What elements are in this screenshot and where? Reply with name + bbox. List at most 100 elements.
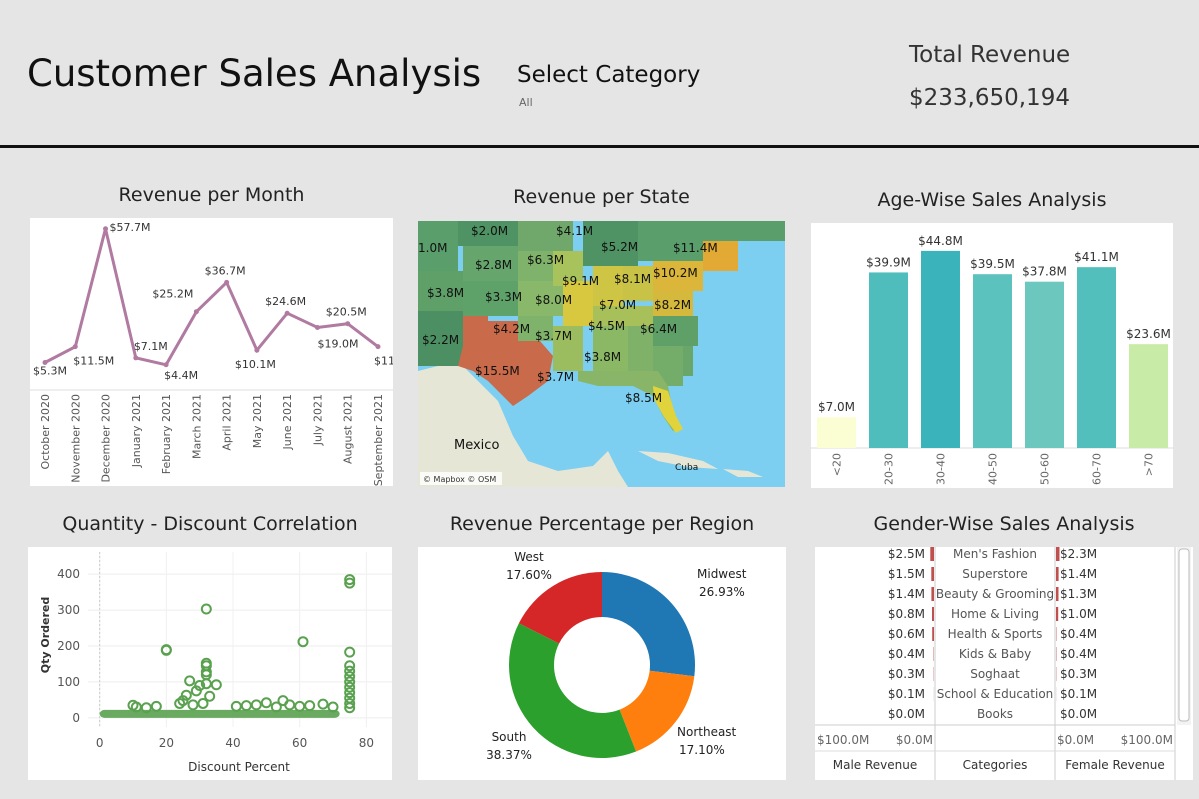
female-revenue-bar[interactable] <box>1056 567 1059 581</box>
y-tick-label: 200 <box>57 639 80 653</box>
bar-value-label: $7.0M <box>818 400 855 414</box>
age-sales-chart[interactable]: $7.0M <20 $39.9M 20-30 $44.8M 30-40 $39.5M 40-5… <box>811 223 1173 488</box>
data-point[interactable] <box>72 344 78 350</box>
data-point[interactable] <box>193 309 199 315</box>
x-tick-label: 60 <box>292 736 307 750</box>
category-label: Home & Living <box>951 607 1039 621</box>
female-revenue-bar[interactable] <box>1056 547 1060 561</box>
scatter-point[interactable] <box>317 698 329 710</box>
state-value-label: $15.5M <box>475 364 520 378</box>
age-bar[interactable] <box>1129 344 1168 448</box>
data-point[interactable] <box>314 325 320 331</box>
slice-percent-label: 38.37% <box>486 748 532 762</box>
male-revenue-bar[interactable] <box>931 587 934 601</box>
scatter-point[interactable] <box>240 700 252 712</box>
female-revenue-value: $1.4M <box>1060 567 1097 581</box>
scatter-point[interactable] <box>197 697 209 709</box>
state-map-svg[interactable]: $2.0M $4.1M 1.0M $5.2M $11.4M $6.3M $2.8M $9.1M… <box>418 221 785 487</box>
gender-sales-table[interactable]: $2.5M Men's Fashion $2.3M $1.5M Superstore $1… <box>815 547 1193 780</box>
age-sales-panel[interactable]: $7.0M <20 $39.9M 20-30 $44.8M 30-40 $39.5M 40-5… <box>811 223 1173 488</box>
age-bar[interactable] <box>817 417 856 448</box>
data-label: $20.5M <box>326 306 367 319</box>
data-point[interactable] <box>103 226 109 232</box>
data-point[interactable] <box>163 362 169 368</box>
tick-label: June 2021 <box>281 394 294 450</box>
state-value-label: $4.2M <box>493 322 530 336</box>
bar-value-label: $39.9M <box>866 255 911 269</box>
category-label: Soghaat <box>970 667 1020 681</box>
male-revenue-value: $0.3M <box>888 667 925 681</box>
donut-slice-south[interactable] <box>509 623 637 758</box>
female-revenue-bar[interactable] <box>1056 587 1059 601</box>
state-value-label: $6.4M <box>640 322 677 336</box>
age-sales-title: Age-Wise Sales Analysis <box>877 189 1107 211</box>
data-point[interactable] <box>375 344 381 350</box>
female-revenue-bar[interactable] <box>1056 607 1059 621</box>
female-revenue-value: $0.0M <box>1060 707 1097 721</box>
male-revenue-value: $0.0M <box>888 707 925 721</box>
male-revenue-bar[interactable] <box>930 547 934 561</box>
tick-label: 30-40 <box>935 453 948 485</box>
tick-label: 60-70 <box>1091 453 1104 485</box>
column-header-male: Male Revenue <box>833 758 918 772</box>
state-value-label: $2.0M <box>471 224 508 238</box>
state-value-label: $8.1M <box>614 272 651 286</box>
male-revenue-value: $0.4M <box>888 647 925 661</box>
age-bar[interactable] <box>1025 281 1064 448</box>
gender-sales-panel[interactable]: $2.5M Men's Fashion $2.3M $1.5M Superstore $1… <box>815 547 1193 780</box>
age-bar[interactable] <box>1077 267 1116 448</box>
tick-label: 20-30 <box>883 453 896 485</box>
male-revenue-value: $0.6M <box>888 627 925 641</box>
scatter-point[interactable] <box>187 699 199 711</box>
data-point[interactable] <box>224 279 230 285</box>
data-point[interactable] <box>254 347 260 353</box>
data-point[interactable] <box>284 310 290 316</box>
female-axis-tick: $100.0M <box>1121 733 1173 747</box>
slice-name-label: West <box>514 550 544 564</box>
data-label: $7.1M <box>134 340 168 353</box>
region-donut-chart[interactable]: Midwest 26.93% Northeast 17.10% South 38.37% W… <box>418 547 786 780</box>
revenue-state-map[interactable]: $2.0M $4.1M 1.0M $5.2M $11.4M $6.3M $2.8M $9.1M… <box>418 221 785 487</box>
age-bar[interactable] <box>921 250 960 448</box>
age-bar[interactable] <box>869 272 908 448</box>
scatter-point[interactable] <box>284 699 296 711</box>
scatter-point[interactable] <box>200 603 212 615</box>
revenue-month-panel[interactable]: $5.3M $11.5M $57.7M $7.1M $4.4M $25.2M $36.7M $… <box>30 218 393 486</box>
select-category-dropdown[interactable]: All <box>519 96 533 109</box>
female-revenue-value: $0.3M <box>1060 667 1097 681</box>
female-revenue-value: $2.3M <box>1060 547 1097 561</box>
donut-slice-midwest[interactable] <box>602 572 695 677</box>
qty-discount-chart[interactable]: 0 100 200 300 400 0 20 40 60 80 Qty Ordered Discoun… <box>28 547 392 780</box>
slice-percent-label: 17.10% <box>679 743 725 757</box>
scatter-point[interactable] <box>344 646 356 658</box>
age-bar[interactable] <box>973 274 1012 448</box>
state-value-label: $6.3M <box>527 253 564 267</box>
male-revenue-bar[interactable] <box>931 567 934 581</box>
state-value-label: $2.8M <box>475 258 512 272</box>
data-point[interactable] <box>345 321 351 327</box>
y-axis-label: Qty Ordered <box>39 597 52 673</box>
state-value-label: $3.3M <box>485 290 522 304</box>
scatter-point[interactable] <box>304 700 316 712</box>
scatter-point[interactable] <box>150 700 162 712</box>
map-attribution[interactable]: © Mapbox © OSM <box>423 475 496 484</box>
tick-label: January 2021 <box>130 394 143 468</box>
state-value-label: $8.2M <box>654 298 691 312</box>
scatter-point[interactable] <box>184 675 196 687</box>
scatter-point[interactable] <box>250 699 262 711</box>
state-value-label: $8.5M <box>625 391 662 405</box>
revenue-month-chart[interactable]: $5.3M $11.5M $57.7M $7.1M $4.4M $25.2M $36.7M $… <box>30 218 393 486</box>
scatter-point[interactable] <box>260 697 272 709</box>
data-point[interactable] <box>133 355 139 361</box>
male-revenue-bar[interactable] <box>932 607 934 621</box>
y-tick-label: 0 <box>72 711 80 725</box>
qty-discount-panel[interactable]: 0 100 200 300 400 0 20 40 60 80 Qty Ordered Discoun… <box>28 547 392 780</box>
region-panel[interactable]: Midwest 26.93% Northeast 17.10% South 38.37% W… <box>418 547 786 780</box>
state-value-label: $11.4M <box>673 241 718 255</box>
scrollbar-thumb[interactable] <box>1178 548 1190 722</box>
male-axis-tick: $100.0M <box>817 733 869 747</box>
male-revenue-value: $0.1M <box>888 687 925 701</box>
category-label: Men's Fashion <box>953 547 1037 561</box>
male-revenue-bar[interactable] <box>932 627 934 641</box>
bar-value-label: $41.1M <box>1074 250 1119 264</box>
